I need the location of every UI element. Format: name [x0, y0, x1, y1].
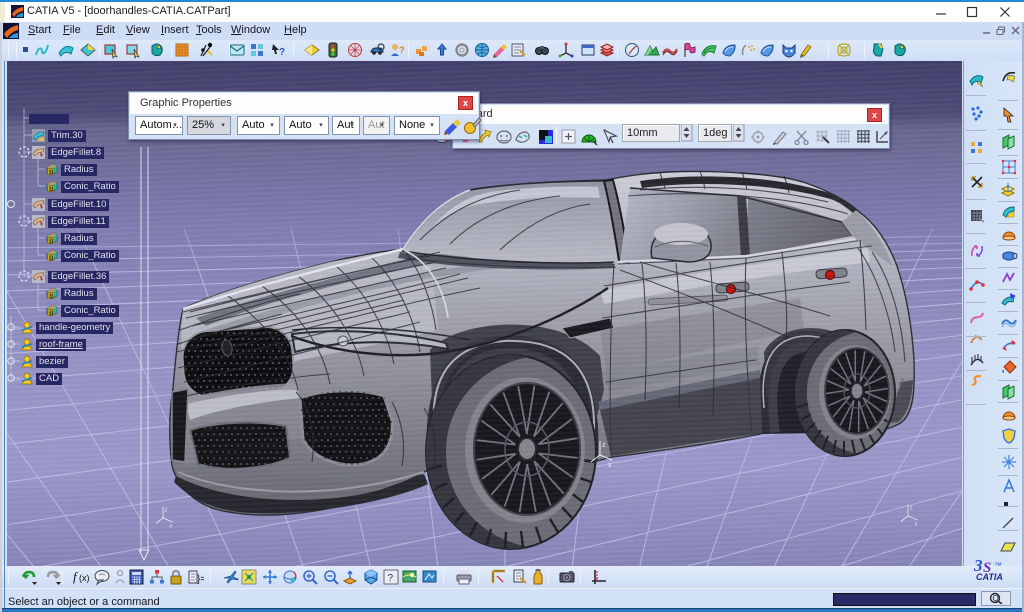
svg-text:z: z: [165, 508, 168, 514]
svg-text:x: x: [608, 462, 612, 469]
svg-text:z: z: [910, 506, 913, 512]
svg-text:x: x: [169, 524, 172, 530]
svg-text:}=: }=: [197, 574, 204, 585]
svg-text:B: B: [49, 293, 54, 300]
svg-text:?: ?: [279, 47, 285, 58]
svg-text:B: B: [49, 169, 54, 176]
svg-text:™: ™: [994, 561, 1002, 570]
svg-text:B: B: [49, 238, 54, 245]
svg-text:Q: Q: [993, 594, 999, 603]
svg-text:?: ?: [399, 45, 405, 55]
svg-text:B: B: [49, 186, 54, 193]
svg-text:B: B: [49, 310, 54, 317]
svg-text:?: ?: [388, 573, 394, 584]
svg-text:z: z: [602, 442, 606, 449]
svg-text:CATIA: CATIA: [976, 572, 1003, 581]
svg-text:B: B: [49, 255, 54, 262]
svg-text:x: x: [914, 522, 917, 528]
svg-text:(x): (x): [79, 573, 90, 583]
